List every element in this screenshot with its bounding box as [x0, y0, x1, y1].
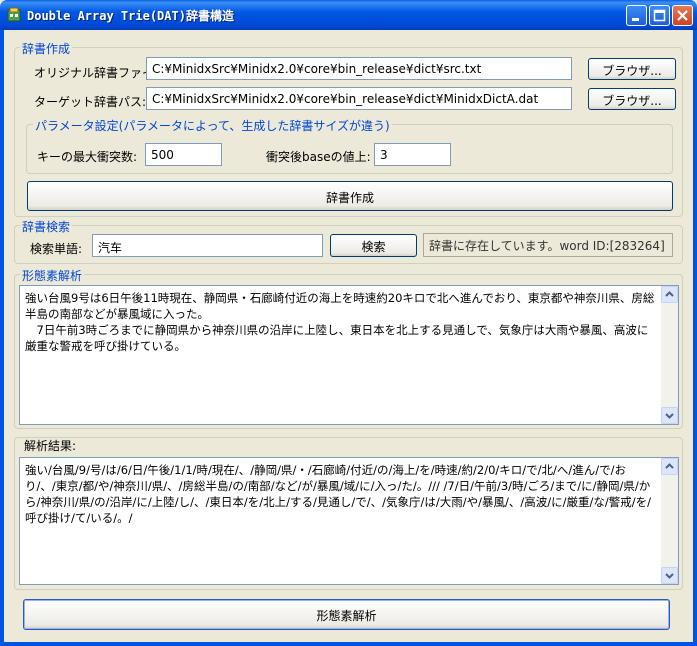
window-frame-left	[0, 30, 4, 646]
max-collision-label: キーの最大衝突数:	[37, 150, 138, 164]
scroll-down-button[interactable]	[661, 407, 678, 424]
result-scrollbar[interactable]	[661, 458, 678, 584]
chevron-up-icon	[665, 463, 674, 469]
morph-input-scrollbar[interactable]	[661, 286, 678, 424]
app-icon	[6, 7, 22, 23]
search-word-input[interactable]: 汽车	[92, 234, 323, 257]
scroll-up-button[interactable]	[661, 458, 678, 475]
result-textarea[interactable]: 強い/台風/9/号/は/6/日/午後/1/1/時/現在/、/静岡/県/・/石廊崎…	[19, 457, 679, 585]
chevron-down-icon	[665, 573, 674, 579]
search-result-text: 辞書に存在しています。word ID:[283264]	[423, 233, 673, 257]
base-increment-label: 衝突後baseの値上:	[266, 150, 371, 164]
close-icon	[677, 10, 688, 21]
title-bar[interactable]: Double Array Trie(DAT)辞書構造	[0, 0, 697, 30]
morph-input-textarea[interactable]: 強い台風9号は6日午後11時現在、静岡県・石廊崎付近の海上を時速約20キロで北へ…	[19, 285, 679, 425]
analyze-button[interactable]: 形態素解析	[23, 599, 670, 630]
morph-legend: 形態素解析	[20, 267, 85, 284]
window-title: Double Array Trie(DAT)辞書構造	[27, 9, 234, 23]
result-text: 強い/台風/9/号/は/6/日/午後/1/1/時/現在/、/静岡/県/・/石廊崎…	[25, 463, 651, 525]
window-frame-right	[693, 30, 697, 646]
app-window: Double Array Trie(DAT)辞書構造 辞書作成 オリジナル辞書フ…	[0, 0, 697, 646]
browse-target-button[interactable]: ブラウザ...	[588, 88, 676, 110]
minimize-button[interactable]	[626, 5, 647, 26]
window-frame-bottom	[0, 642, 697, 646]
browse-original-button[interactable]: ブラウザ...	[588, 58, 676, 80]
dict-create-legend: 辞書作成	[20, 40, 73, 57]
minimize-icon	[632, 18, 639, 21]
maximize-icon	[653, 9, 666, 22]
scroll-up-button[interactable]	[661, 286, 678, 303]
create-dict-button[interactable]: 辞書作成	[27, 181, 673, 211]
search-word-label: 検索単語:	[30, 242, 83, 256]
chevron-down-icon	[665, 413, 674, 419]
base-increment-input[interactable]: 3	[374, 143, 451, 166]
param-legend: パラメータ設定(パラメータによって、生成した辞書サイズが違う)	[33, 117, 392, 134]
close-button[interactable]	[672, 5, 693, 26]
chevron-up-icon	[665, 291, 674, 297]
maximize-button[interactable]	[649, 5, 670, 26]
original-dict-input[interactable]: C:¥MinidxSrc¥Minidx2.0¥core¥bin_release¥…	[146, 57, 572, 80]
dict-search-legend: 辞書検索	[20, 218, 73, 235]
scroll-down-button[interactable]	[661, 567, 678, 584]
max-collision-input[interactable]: 500	[145, 143, 222, 166]
search-button[interactable]: 検索	[330, 234, 417, 257]
result-label: 解析結果:	[24, 439, 77, 453]
target-dict-label: ターゲット辞書パス:	[34, 95, 147, 109]
morph-input-text: 強い台風9号は6日午後11時現在、静岡県・石廊崎付近の海上を時速約20キロで北へ…	[25, 291, 655, 353]
target-dict-input[interactable]: C:¥MinidxSrc¥Minidx2.0¥core¥bin_release¥…	[146, 87, 572, 110]
